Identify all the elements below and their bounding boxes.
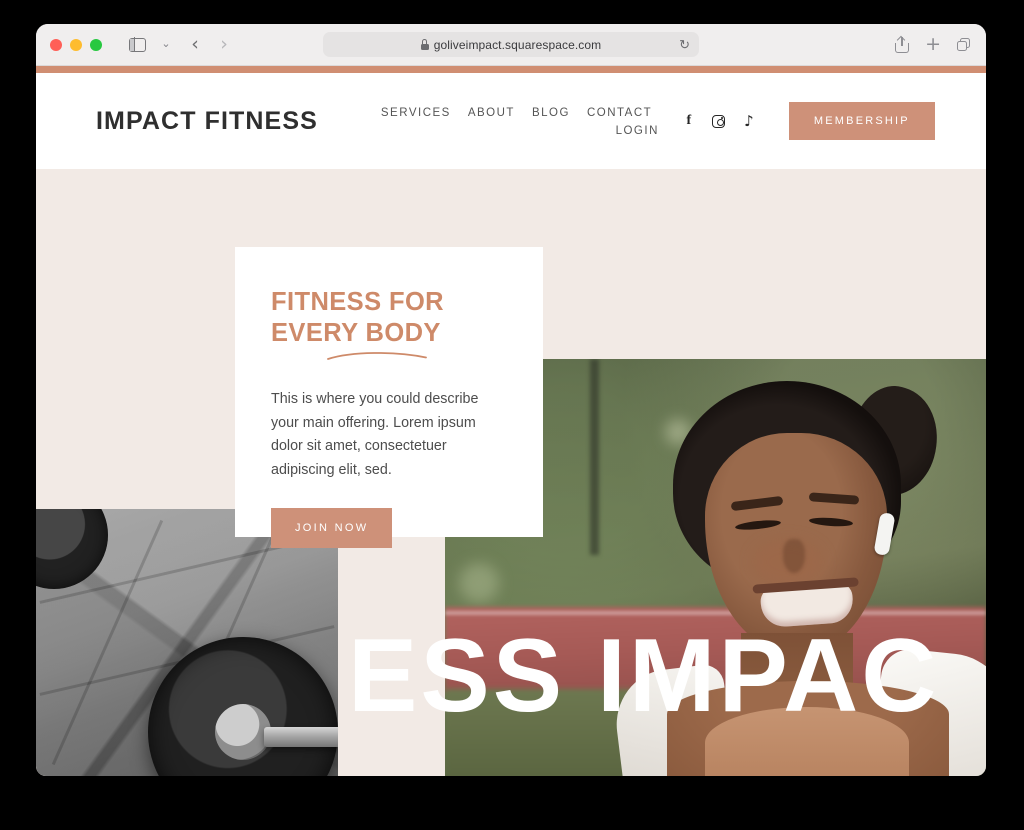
forward-button[interactable]: ›	[211, 33, 237, 57]
sidebar-dropdown-button[interactable]: ⌄	[153, 33, 179, 57]
hero-heading-line1: FITNESS FOR	[271, 288, 444, 316]
hero-card: FITNESS FOR EVERY BODY This is where you…	[235, 247, 543, 548]
sidebar-toggle-button[interactable]	[124, 33, 150, 57]
site-logo[interactable]: IMPACT FITNESS	[96, 107, 318, 136]
new-tab-icon[interactable]: +	[925, 35, 941, 54]
nav-item-login[interactable]: LOGIN	[616, 125, 659, 137]
window-traffic-lights	[50, 38, 102, 51]
accent-strip	[36, 66, 986, 73]
barbell-bar	[264, 727, 338, 747]
toolbar-actions: +	[895, 35, 970, 54]
barbell-photo	[36, 509, 338, 776]
back-button[interactable]: ‹	[182, 33, 208, 57]
nav-item-blog[interactable]: BLOG	[532, 107, 570, 119]
minimize-window-button[interactable]	[70, 38, 82, 51]
join-now-button[interactable]: JOIN NOW	[271, 507, 393, 548]
hero-underline-doodle	[327, 352, 427, 361]
hero-heading-line2: EVERY BODY	[271, 318, 441, 347]
facebook-icon[interactable]: f	[681, 113, 697, 130]
nav-item-services[interactable]: SERVICES	[381, 107, 451, 119]
sidebar-toggle-icon	[128, 36, 146, 53]
chevron-down-icon: ⌄	[161, 38, 171, 50]
membership-button[interactable]: MEMBERSHIP	[788, 102, 935, 140]
marquee-band: ESS IMPAC	[334, 606, 986, 776]
nav-item-contact[interactable]: CONTACT	[587, 107, 652, 119]
instagram-icon[interactable]	[711, 113, 727, 130]
reload-icon[interactable]: ↻	[679, 37, 690, 53]
screenshot-root: ⌄ ‹ › goliveimpact.squarespace.com ↻ + I…	[0, 0, 1024, 830]
social-links: f ♪	[681, 112, 757, 130]
tab-overview-icon[interactable]	[957, 38, 970, 51]
barbell-plate-secondary	[36, 509, 108, 589]
primary-navigation: SERVICES ABOUT BLOG CONTACT LOGIN	[381, 105, 661, 137]
browser-toolbar: ⌄ ‹ › goliveimpact.squarespace.com ↻ +	[36, 24, 986, 66]
chevron-left-icon: ‹	[191, 33, 199, 55]
lock-icon	[420, 39, 429, 50]
chevron-right-icon: ›	[220, 33, 228, 55]
hero-section: ESS IMPAC FITNESS FOR EVERY BODY This is…	[36, 169, 986, 776]
marquee-text: ESS IMPAC	[348, 618, 940, 734]
share-icon[interactable]	[895, 36, 910, 53]
barbell-plate-primary	[148, 637, 338, 776]
nav-item-about[interactable]: ABOUT	[468, 107, 515, 119]
url-text: goliveimpact.squarespace.com	[433, 37, 602, 52]
hero-paragraph: This is where you could describe your ma…	[271, 391, 479, 478]
navigation-controls: ⌄ ‹ ›	[124, 33, 237, 57]
hero-heading: FITNESS FOR EVERY BODY	[271, 287, 507, 348]
browser-window: ⌄ ‹ › goliveimpact.squarespace.com ↻ + I…	[36, 24, 986, 776]
tiktok-icon[interactable]: ♪	[741, 112, 757, 130]
site-header: IMPACT FITNESS SERVICES ABOUT BLOG CONTA…	[36, 73, 986, 169]
close-window-button[interactable]	[50, 38, 62, 51]
maximize-window-button[interactable]	[90, 38, 102, 51]
address-bar[interactable]: goliveimpact.squarespace.com ↻	[323, 32, 699, 57]
